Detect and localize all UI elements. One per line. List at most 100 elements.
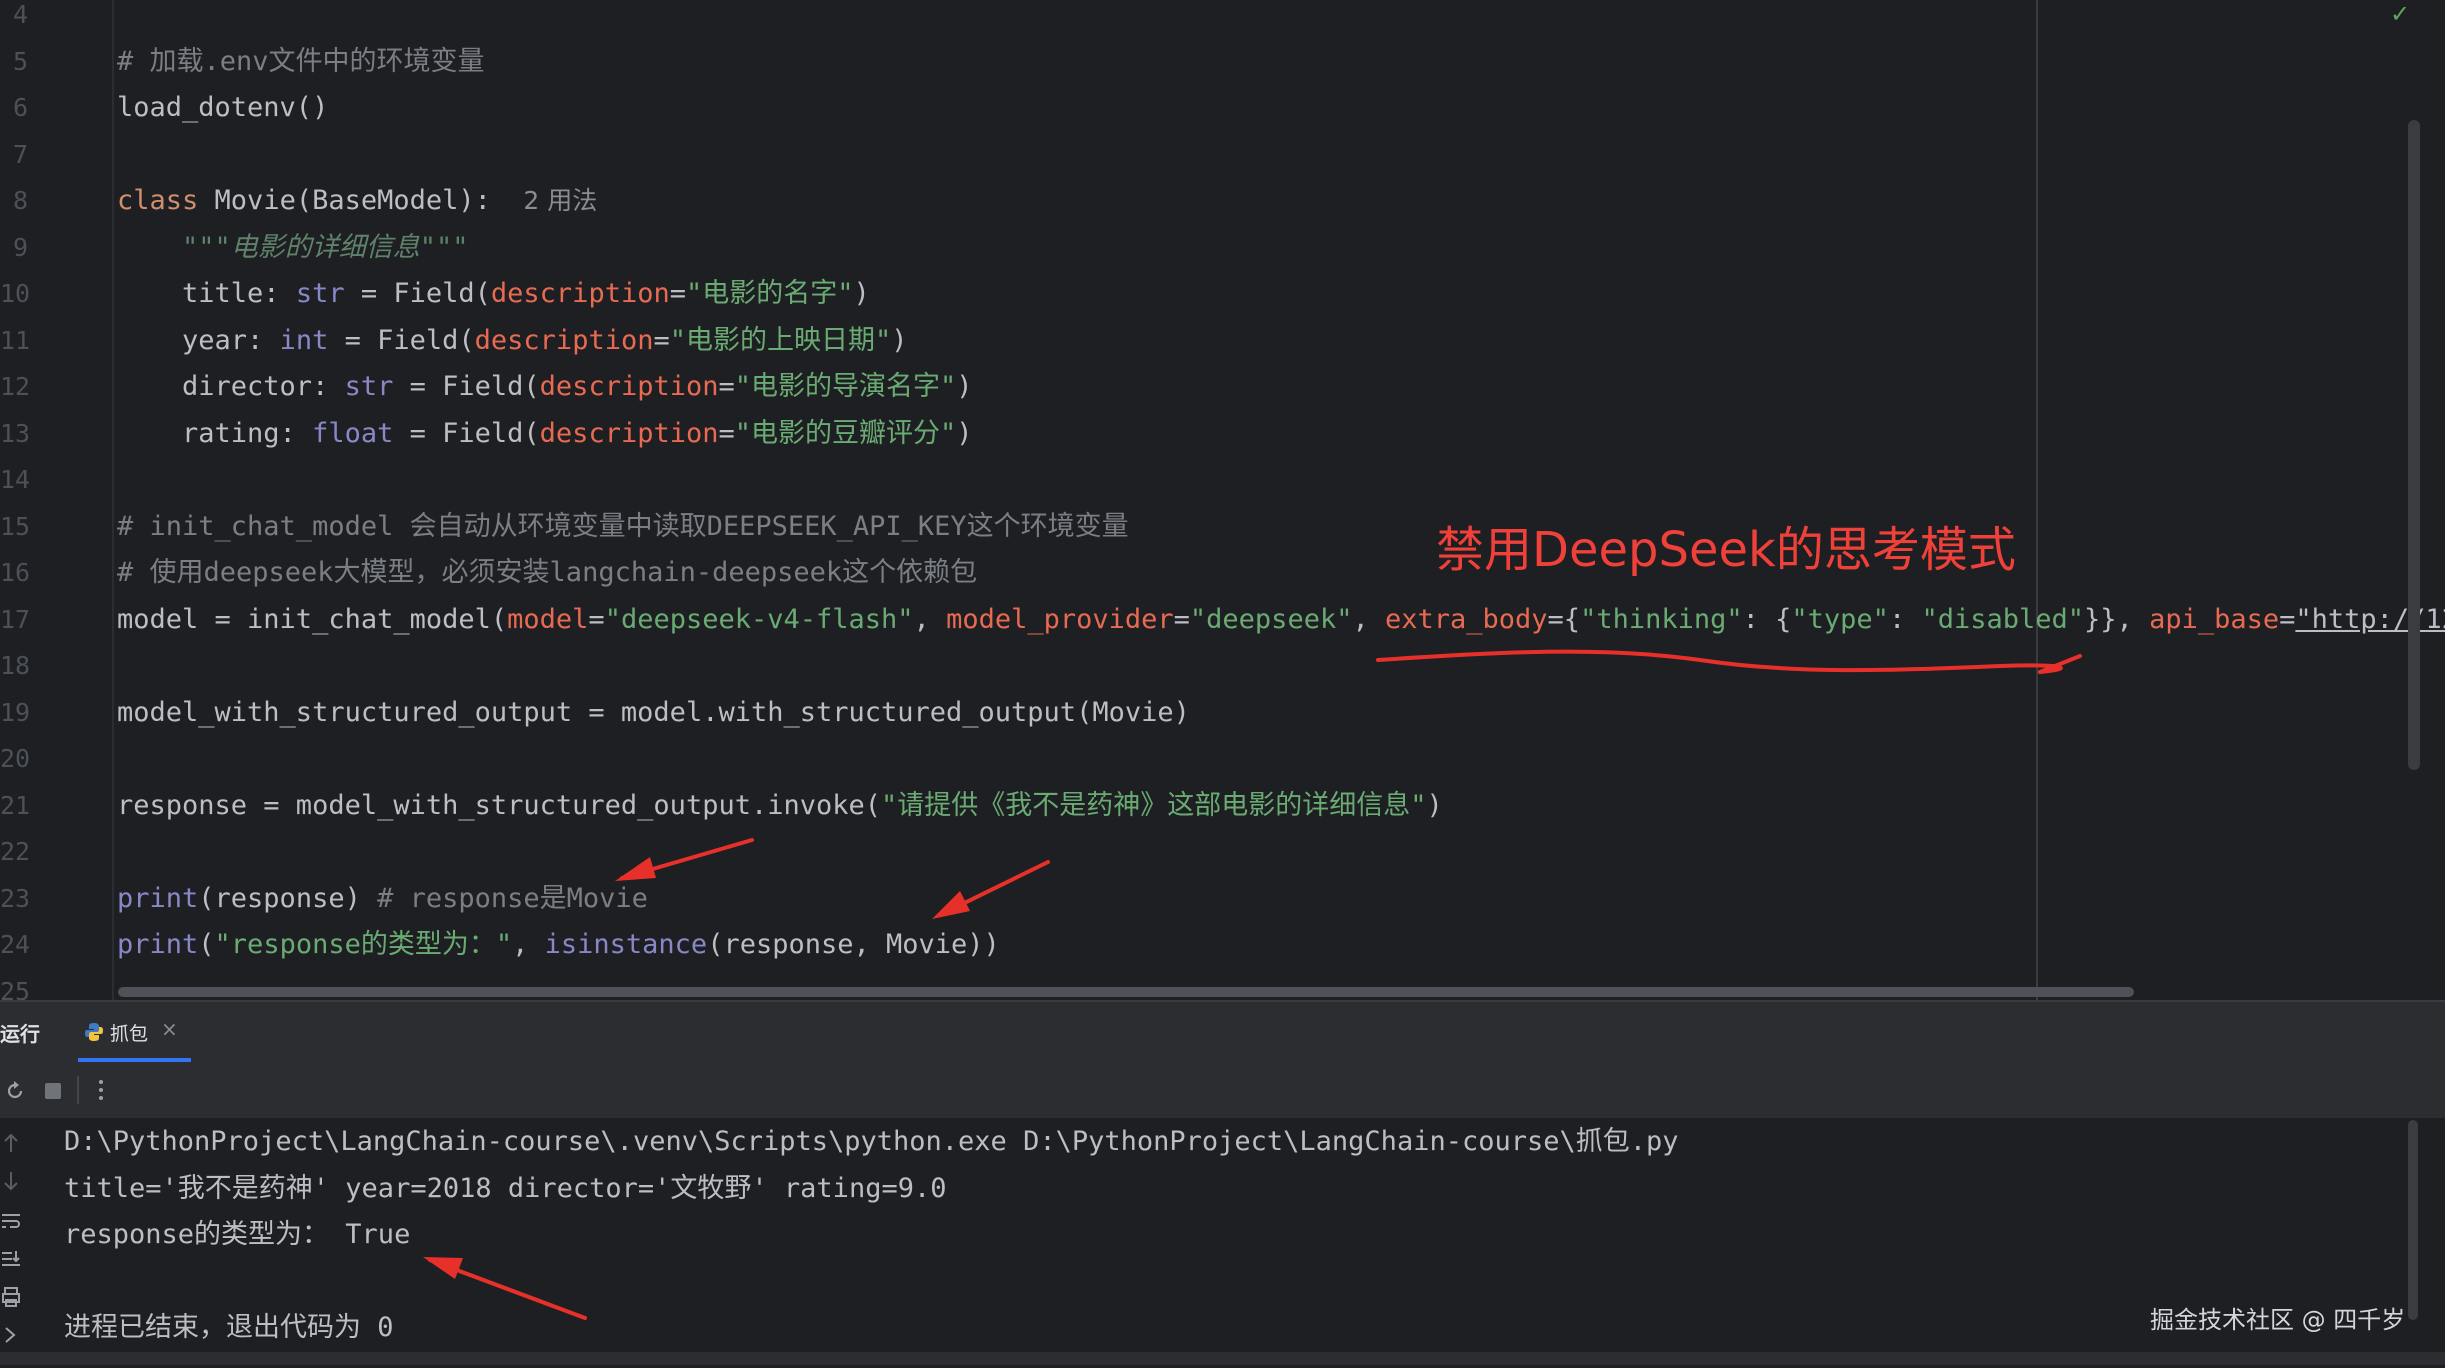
code-line[interactable]: 6 load_dotenv()	[0, 85, 2445, 131]
code-text: load_dotenv()	[117, 85, 328, 131]
code-line[interactable]: 17 model = init_chat_model(model="deepsee…	[0, 597, 2445, 643]
code-token: "type"	[1791, 603, 1889, 635]
code-token: "电影的导演名字"	[734, 371, 957, 402]
chevron-right-icon[interactable]	[2, 1324, 18, 1346]
code-token: extra_body	[1384, 603, 1548, 635]
code-line[interactable]: 18	[0, 643, 2445, 689]
code-text: year: int = Field(description="电影的上映日期")	[117, 318, 908, 364]
code-token: (response)	[198, 882, 378, 914]
code-token: print	[117, 882, 199, 914]
status-bar	[0, 1352, 2445, 1365]
code-token: =	[718, 371, 735, 402]
horizontal-scrollbar[interactable]	[118, 987, 2134, 997]
line-number: 23	[0, 883, 31, 913]
code-token: class	[117, 185, 215, 216]
code-line[interactable]: 21 response = model_with_structured_outpu…	[0, 783, 2445, 829]
code-token: api_base	[2149, 603, 2280, 635]
code-line[interactable]: 23 print(response) # response是Movie	[0, 876, 2445, 922]
watermark: 掘金技术社区 @ 四千岁	[2150, 1306, 2406, 1334]
code-line[interactable]: 16 # 使用deepseek大模型，必须安装langchain-deepseek…	[0, 550, 2445, 596]
code-token: = Field(	[328, 324, 475, 356]
code-line[interactable]: 13 rating: float = Field(description="电影…	[0, 411, 2445, 457]
vertical-scrollbar[interactable]	[2408, 120, 2420, 770]
code-line[interactable]: 10 title: str = Field(description="电影的名字…	[0, 271, 2445, 317]
line-number: 11	[0, 325, 31, 355]
code-token: """电影的详细信息"""	[117, 231, 469, 263]
code-token: "thinking"	[1580, 603, 1743, 635]
code-token: rating:	[117, 417, 313, 449]
line-number: 8	[12, 186, 28, 215]
code-line[interactable]: 15 # init_chat_model 会自动从环境变量中读取DEEPSEEK_…	[0, 504, 2445, 550]
code-token: # response是Movie	[377, 882, 648, 914]
console-scrollbar[interactable]	[2408, 1120, 2418, 1320]
console-line: D:\PythonProject\LangChain-course\.venv\…	[64, 1126, 1679, 1157]
code-token: (response, Movie))	[707, 929, 1000, 960]
code-token: =	[718, 417, 735, 449]
code-line[interactable]: 14	[0, 457, 2445, 503]
line-number: 21	[0, 790, 31, 820]
code-text: rating: float = Field(description="电影的豆瓣…	[117, 411, 973, 457]
code-text: # init_chat_model 会自动从环境变量中读取DEEPSEEK_AP…	[117, 504, 1129, 550]
code-token: =	[1173, 603, 1190, 635]
code-line[interactable]: 22	[0, 829, 2445, 875]
code-token: str	[344, 371, 394, 402]
run-tab-label: 抓包	[110, 1023, 149, 1045]
code-line[interactable]: 11 year: int = Field(description="电影的上映日…	[0, 318, 2445, 364]
code-text: title: str = Field(description="电影的名字")	[117, 271, 870, 317]
code-token: response = model_with_structured_output.…	[117, 789, 882, 821]
code-token: director:	[117, 371, 345, 402]
code-editor[interactable]: 4 5 # 加载.env文件中的环境变量 6 load_dotenv() 7 8 class …	[0, 0, 2445, 1000]
annotation-label: 禁用DeepSeek的思考模式	[1436, 522, 2016, 578]
side-toolbar	[0, 1118, 30, 1368]
code-text: director: str = Field(description="电影的导演…	[117, 364, 973, 410]
code-token: # 加载.env文件中的环境变量	[117, 45, 485, 77]
code-token: =	[2279, 603, 2296, 635]
print-icon[interactable]	[0, 1286, 22, 1308]
code-token: "response的类型为："	[214, 929, 513, 960]
stop-icon[interactable]	[44, 1082, 62, 1100]
arrow-up-icon[interactable]	[2, 1132, 20, 1154]
code-line[interactable]: 4	[0, 0, 2445, 38]
run-tab[interactable]: 抓包 ×	[78, 1002, 191, 1062]
rerun-icon[interactable]	[4, 1080, 26, 1102]
code-line[interactable]: 8 class Movie(BaseModel): 2 用法	[0, 178, 2445, 224]
code-token: =	[669, 278, 686, 309]
code-token: "disabled"	[1921, 603, 2085, 635]
code-text: model_with_structured_output = model.wit…	[117, 690, 1190, 736]
code-token: "请提供《我不是药神》这部电影的详细信息"	[881, 789, 1427, 821]
soft-wrap-icon[interactable]	[0, 1210, 22, 1232]
code-token: )	[891, 324, 908, 356]
code-token: "http://12	[2295, 603, 2445, 635]
more-icon[interactable]	[97, 1078, 105, 1102]
line-number: 9	[12, 232, 28, 262]
code-token: = Field(	[393, 417, 540, 449]
console-line: response的类型为： True	[64, 1219, 411, 1250]
arrow-down-icon[interactable]	[2, 1170, 20, 1192]
close-icon[interactable]: ×	[161, 1017, 178, 1041]
line-number: 16	[0, 558, 31, 587]
code-line[interactable]: 9 """电影的详细信息"""	[0, 225, 2445, 271]
code-line[interactable]: 20	[0, 736, 2445, 782]
code-line[interactable]: 12 director: str = Field(description="电影…	[0, 364, 2445, 410]
code-text: # 加载.env文件中的环境变量	[117, 39, 485, 85]
scroll-to-end-icon[interactable]	[0, 1248, 22, 1270]
code-text: model = init_chat_model(model="deepseek-…	[117, 597, 2445, 643]
code-token: ,	[512, 929, 545, 960]
code-token: = Field(	[393, 371, 540, 402]
code-token: "deepseek-v4-flash"	[604, 603, 914, 635]
run-tab-bar: 运行 抓包 ×	[0, 1002, 2445, 1062]
line-number: 20	[0, 744, 31, 773]
code-token: float	[312, 417, 394, 449]
line-number: 10	[0, 279, 31, 308]
code-line[interactable]: 19 model_with_structured_output = model.w…	[0, 690, 2445, 736]
code-token: )	[956, 371, 973, 402]
code-line[interactable]: 24 print("response的类型为：", isinstance(resp…	[0, 922, 2445, 968]
code-token: (	[198, 929, 215, 960]
code-line[interactable]: 5 # 加载.env文件中的环境变量	[0, 39, 2445, 85]
code-line[interactable]: 7	[0, 132, 2445, 178]
line-number: 4	[12, 0, 28, 29]
code-text: response = model_with_structured_output.…	[117, 783, 1443, 829]
code-token: )	[853, 278, 870, 309]
code-token: print	[117, 929, 199, 960]
line-number: 5	[12, 46, 28, 76]
